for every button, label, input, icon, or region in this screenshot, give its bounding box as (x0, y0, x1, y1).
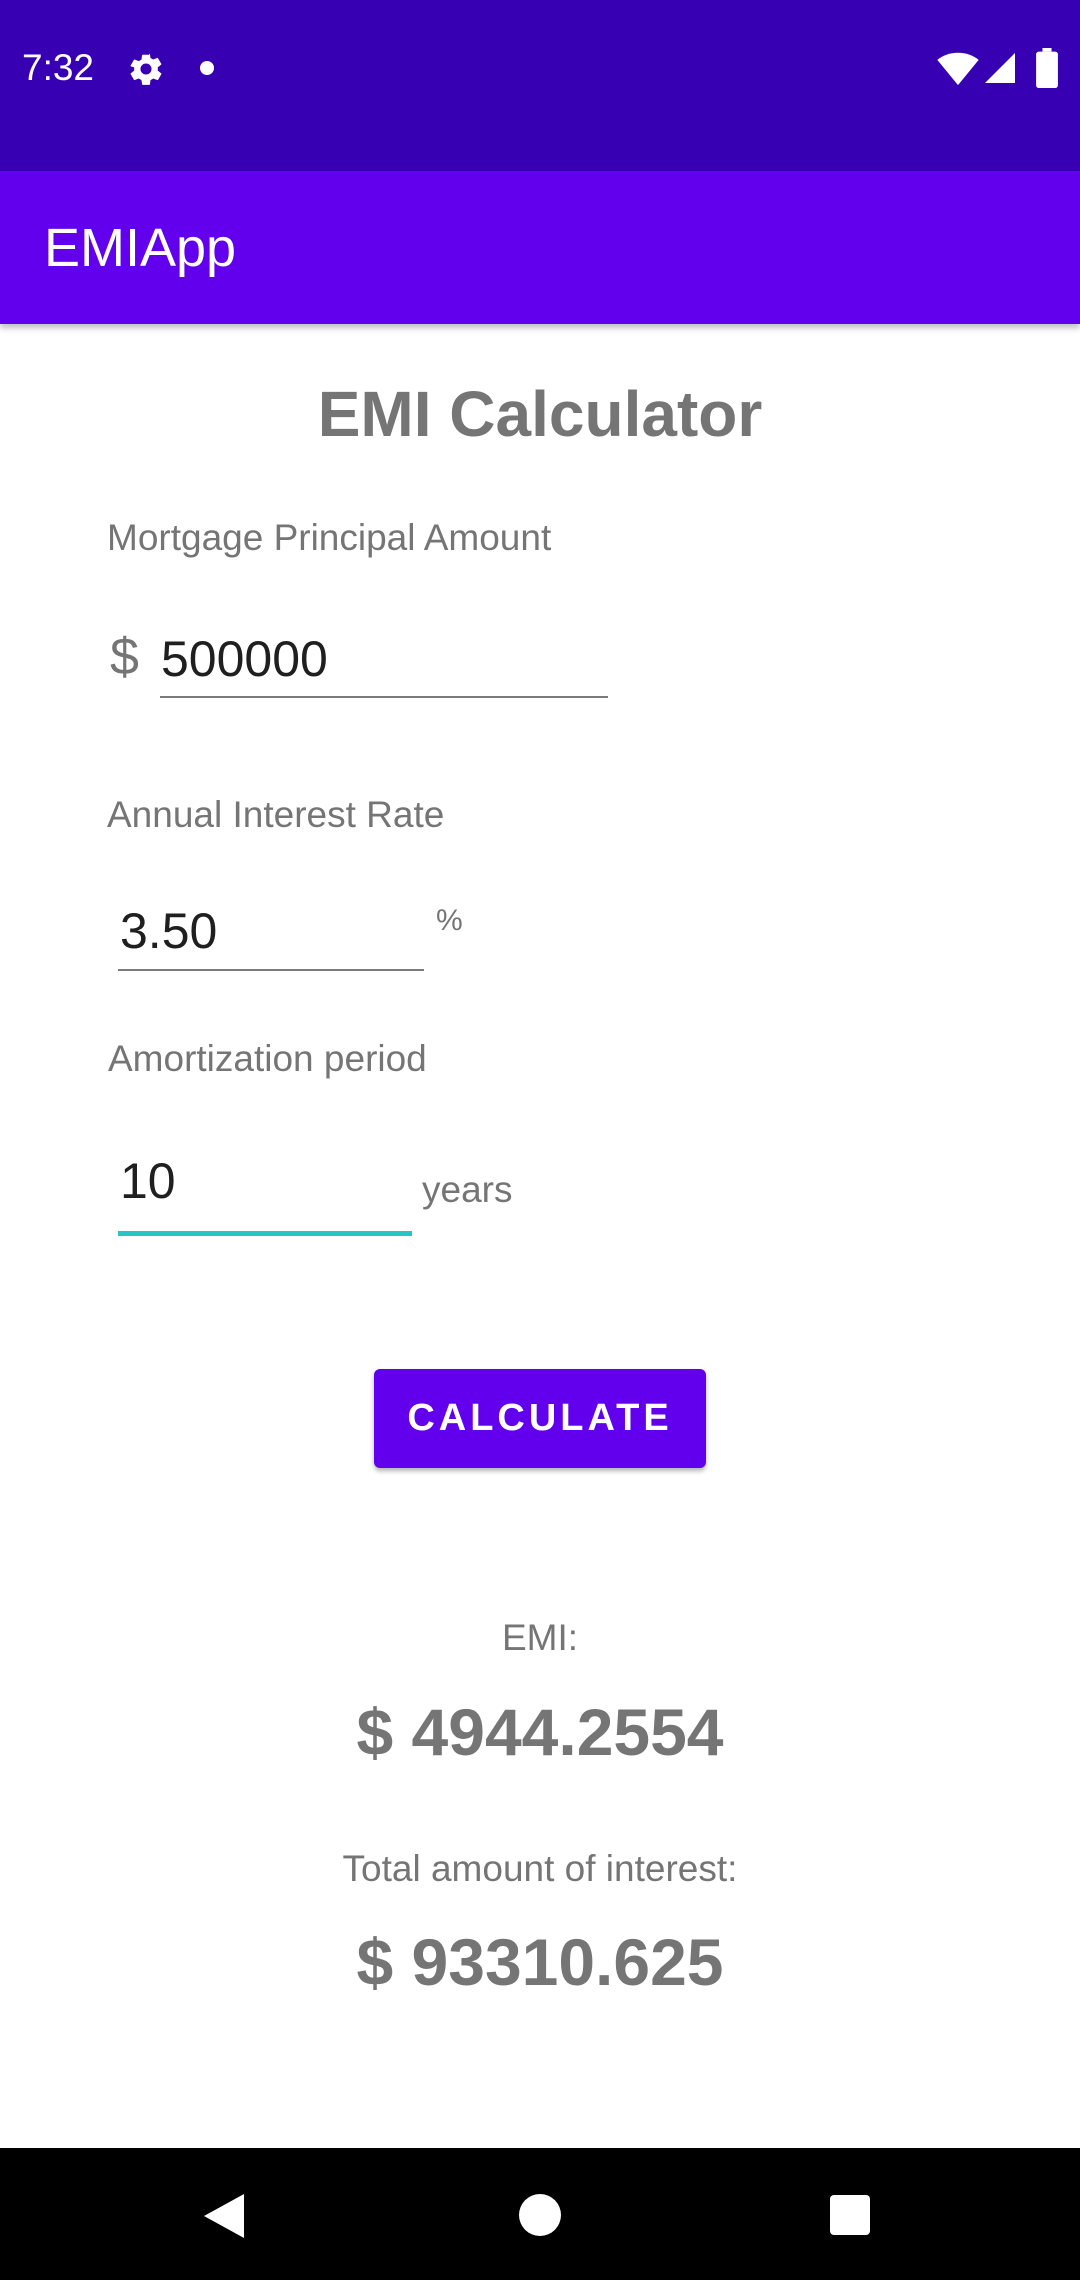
status-bar: 7:32 (0, 0, 1080, 171)
interest-label: Total amount of interest: (342, 1848, 738, 1889)
period-field[interactable]: 10 (118, 1143, 412, 1239)
period-underline (118, 1231, 412, 1236)
rate-underline (118, 969, 424, 971)
navigation-bar (0, 2148, 1080, 2280)
wifi-icon (937, 52, 979, 86)
principal-input[interactable]: 500000 (161, 628, 328, 690)
status-time: 7:32 (22, 47, 95, 88)
principal-underline (160, 696, 608, 698)
principal-field[interactable]: 500000 (160, 620, 608, 700)
emi-label: EMI: (501, 1617, 579, 1658)
back-icon[interactable] (204, 2194, 244, 2238)
rate-label: Annual Interest Rate (107, 794, 445, 835)
interest-value: $ 93310.625 (356, 1925, 724, 1999)
principal-label: Mortgage Principal Amount (107, 517, 552, 558)
recents-icon[interactable] (830, 2195, 870, 2235)
period-label: Amortization period (108, 1038, 427, 1079)
gear-icon (130, 53, 162, 85)
calculate-button[interactable]: CALCULATE (374, 1369, 706, 1468)
signal-icon (985, 53, 1015, 83)
period-input[interactable]: 10 (120, 1150, 176, 1212)
calculate-button-label: CALCULATE (407, 1397, 673, 1439)
app-title: EMIApp (44, 218, 237, 278)
emi-value: $ 4944.2554 (356, 1695, 724, 1769)
dollar-prefix: $ (110, 628, 139, 686)
percent-suffix: % (436, 904, 463, 937)
rate-field[interactable]: 3.50 (118, 892, 424, 972)
app-bar: EMIApp (0, 171, 1080, 324)
page-title: EMI Calculator (317, 378, 763, 450)
home-icon[interactable] (519, 2194, 561, 2236)
notification-dot-icon (200, 61, 214, 75)
battery-icon (1036, 48, 1058, 88)
years-suffix: years (422, 1169, 513, 1210)
rate-input[interactable]: 3.50 (120, 900, 217, 962)
